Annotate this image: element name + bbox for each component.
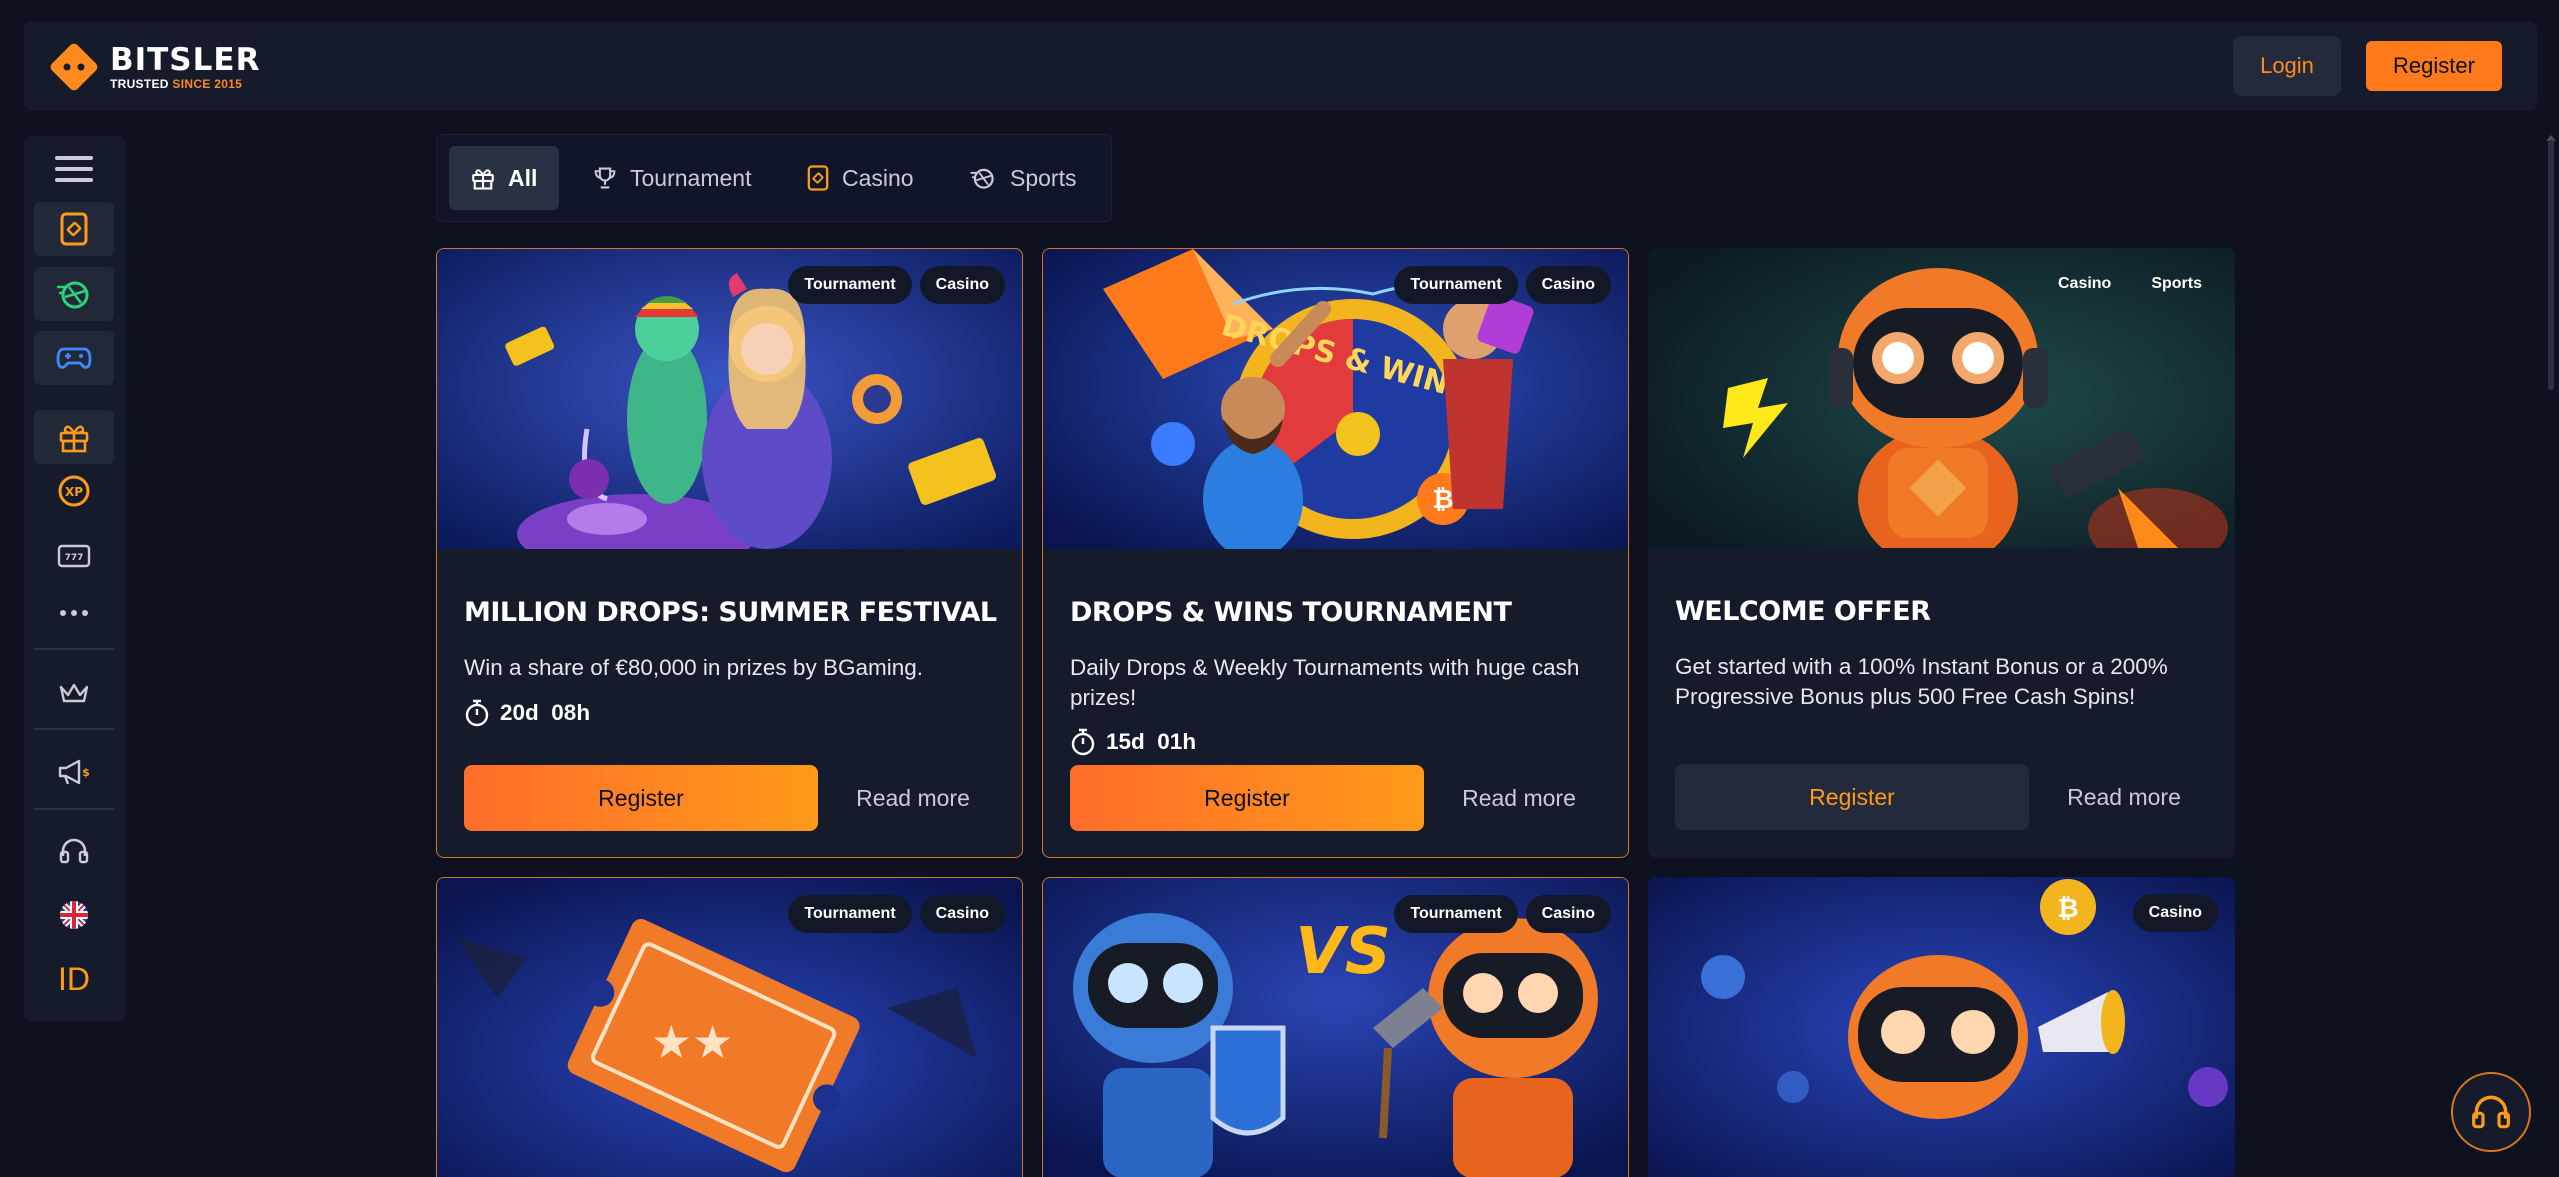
tab-tournament[interactable]: Tournament — [571, 146, 773, 210]
countdown-hours: 01h — [1157, 729, 1197, 754]
register-button[interactable]: Register — [2366, 41, 2502, 91]
headset-icon — [2472, 1095, 2510, 1129]
category-badges: Tournament Casino — [1394, 266, 1611, 304]
category-badges: Casino Sports — [2042, 265, 2218, 303]
stopwatch-icon — [465, 699, 489, 727]
stopwatch-icon — [1071, 728, 1095, 756]
tab-sports-label: Sports — [1010, 164, 1077, 191]
slots-777-icon[interactable]: 777 — [34, 529, 114, 583]
promo-banner-image: DROPS & WINS ₿ Tournament Casino — [1043, 249, 1628, 549]
read-more-link[interactable]: Read more — [830, 765, 996, 831]
read-more-link[interactable]: Read more — [1436, 765, 1602, 831]
tab-tournament-label: Tournament — [630, 164, 752, 191]
more-dots-icon[interactable] — [34, 586, 114, 640]
badge-casino: Casino — [1525, 895, 1611, 933]
svg-text:₿: ₿ — [2057, 894, 2078, 924]
xp-icon[interactable]: XP — [34, 464, 114, 518]
megaphone-icon[interactable]: $ — [34, 745, 114, 799]
live-support-button[interactable] — [2451, 1072, 2531, 1152]
tagline-prefix: TRUSTED — [110, 76, 169, 91]
badge-tournament: Tournament — [1394, 266, 1518, 304]
category-badges: Tournament Casino — [1394, 895, 1611, 933]
casino-card-icon — [807, 165, 829, 191]
category-badges: Tournament Casino — [788, 895, 1005, 933]
promo-register-button[interactable]: Register — [464, 765, 818, 831]
promo-card-robot-vs[interactable]: VS Tournament Casino — [1042, 877, 1629, 1177]
promo-banner-image: ₿ Casino — [1648, 877, 2235, 1177]
promo-countdown: 15d 01h — [1070, 728, 1196, 756]
top-header: BITSLER TRUSTED SINCE 2015 Login Registe… — [24, 21, 2537, 111]
promo-banner-image: ★★ Tournament Casino — [437, 878, 1022, 1177]
badge-casino: Casino — [2057, 275, 2112, 292]
page-scrollbar[interactable] — [2548, 140, 2554, 390]
promo-card-million-drops[interactable]: Tournament Casino MILLION DROPS: SUMMER … — [436, 248, 1023, 858]
promo-card-robot-megaphone[interactable]: ₿ Casino — [1648, 877, 2235, 1177]
countdown-days: 20d — [500, 700, 539, 725]
promo-description: Daily Drops & Weekly Tournaments with hu… — [1070, 655, 1580, 710]
promo-title: WELCOME OFFER — [1675, 596, 1931, 627]
tab-casino[interactable]: Casino — [785, 146, 936, 210]
tab-all-label: All — [508, 164, 538, 191]
crown-icon[interactable] — [34, 666, 114, 720]
gamepad-icon[interactable] — [34, 331, 114, 385]
casino-card-icon[interactable] — [34, 202, 114, 256]
sidebar: XP 777 $ ID — [24, 136, 126, 1022]
badge-tournament: Tournament — [788, 266, 912, 304]
tab-sports[interactable]: Sports — [947, 146, 1098, 210]
tab-casino-label: Casino — [842, 164, 914, 191]
category-badges: Tournament Casino — [788, 266, 1005, 304]
sports-ball-icon — [970, 168, 994, 189]
gift-icon[interactable] — [34, 410, 114, 464]
gift-icon — [472, 169, 494, 190]
id-label: ID — [58, 960, 90, 997]
badge-tournament: Tournament — [788, 895, 912, 933]
promo-register-button[interactable]: Register — [1070, 765, 1424, 831]
brand-tagline: TRUSTED SINCE 2015 — [110, 77, 260, 91]
badge-casino: Casino — [919, 266, 1005, 304]
read-more-link[interactable]: Read more — [2041, 764, 2207, 830]
category-badges: Casino — [2132, 894, 2218, 932]
promo-card-ticket[interactable]: ★★ Tournament Casino — [436, 877, 1023, 1177]
promo-banner-image: Tournament Casino — [437, 249, 1022, 549]
badge-casino: Casino — [1525, 266, 1611, 304]
promo-banner-image: Casino Sports — [1648, 248, 2235, 548]
brand-name: BITSLER — [110, 41, 261, 78]
bitsler-logo[interactable]: BITSLER TRUSTED SINCE 2015 — [46, 37, 260, 97]
badge-tournament: Tournament — [1394, 895, 1518, 933]
promo-description: Get started with a 100% Instant Bonus or… — [1675, 654, 2168, 709]
tagline-accent: SINCE 2015 — [172, 76, 243, 91]
promo-description: Win a share of €80,000 in prizes by BGam… — [464, 655, 923, 680]
trophy-icon — [594, 167, 616, 189]
badge-sports: Sports — [2151, 275, 2202, 292]
svg-text:★★: ★★ — [651, 1015, 733, 1069]
promo-filter-tabs: All Tournament Casino Sports — [436, 134, 1112, 222]
sidebar-divider — [34, 728, 114, 730]
bitsler-logo-icon — [46, 39, 102, 95]
badge-casino: Casino — [2132, 894, 2218, 932]
svg-text:777: 777 — [65, 553, 84, 563]
menu-icon[interactable] — [34, 142, 114, 196]
svg-text:$: $ — [82, 766, 90, 779]
countdown-days: 15d — [1106, 729, 1145, 754]
vs-text: VS — [1295, 915, 1391, 989]
tab-all[interactable]: All — [449, 146, 560, 210]
countdown-hours: 08h — [551, 700, 591, 725]
id-verification-link[interactable]: ID — [34, 952, 114, 1006]
sidebar-divider — [34, 808, 114, 810]
promo-title: MILLION DROPS: SUMMER FESTIVAL — [464, 597, 997, 628]
uk-flag-icon[interactable] — [34, 888, 114, 942]
svg-text:₿: ₿ — [1432, 485, 1453, 515]
promo-countdown: 20d 08h — [464, 699, 590, 727]
promo-title: DROPS & WINS TOURNAMENT — [1070, 597, 1512, 628]
sidebar-divider — [34, 648, 114, 650]
login-button[interactable]: Login — [2233, 36, 2341, 96]
svg-text:XP: XP — [65, 485, 83, 499]
sports-ball-icon[interactable] — [34, 267, 114, 321]
promo-register-button[interactable]: Register — [1675, 764, 2029, 830]
promo-card-welcome-offer[interactable]: Casino Sports WELCOME OFFER Get started … — [1648, 248, 2235, 858]
badge-casino: Casino — [919, 895, 1005, 933]
headset-icon[interactable] — [34, 824, 114, 878]
promo-banner-image: VS Tournament Casino — [1043, 878, 1628, 1177]
promo-card-drops-wins[interactable]: DROPS & WINS ₿ Tournament Casino DROPS &… — [1042, 248, 1629, 858]
